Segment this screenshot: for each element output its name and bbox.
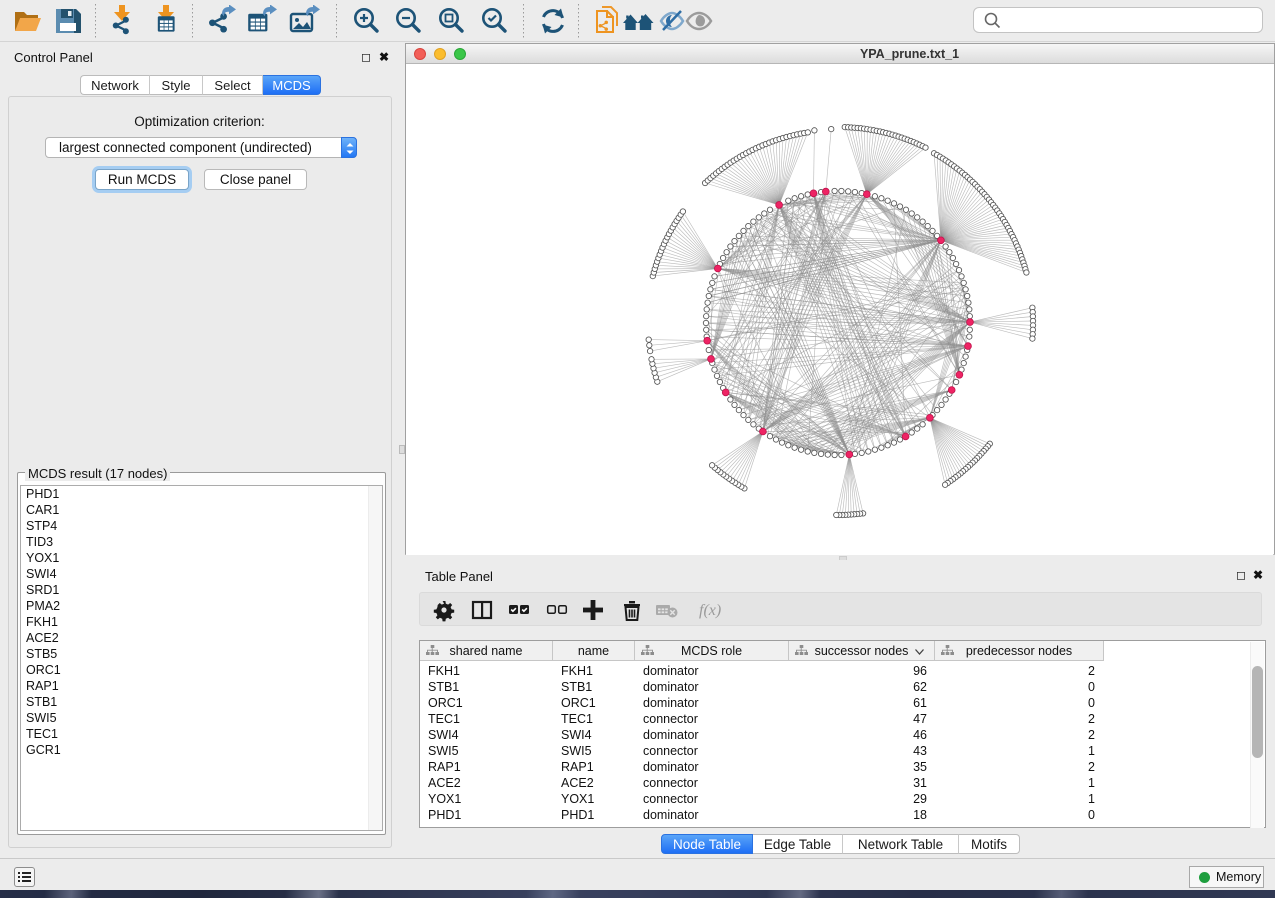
svg-text:f(x): f(x): [699, 602, 721, 619]
